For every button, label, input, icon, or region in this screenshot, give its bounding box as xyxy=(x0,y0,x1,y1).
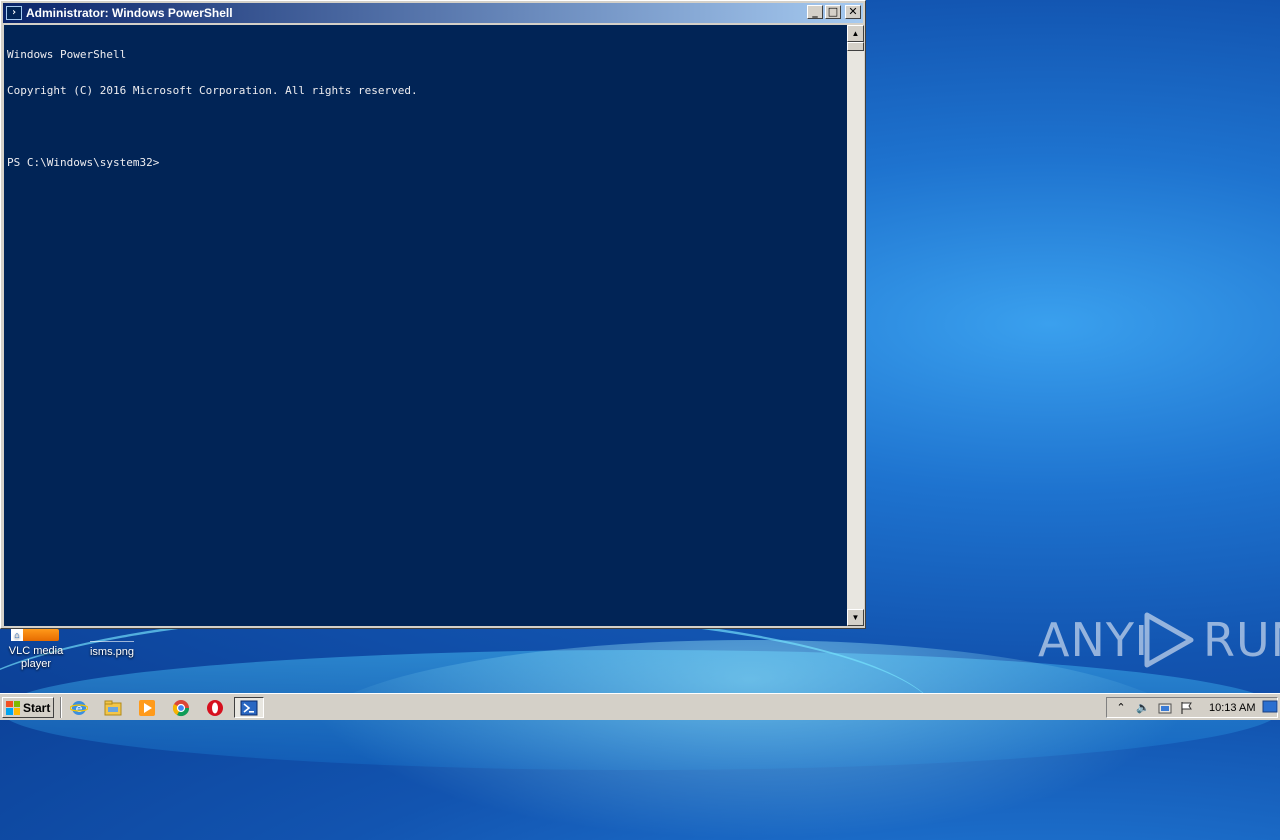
desktop-icon-vlc[interactable]: ⌂ VLC media player xyxy=(2,629,70,671)
window-title: Administrator: Windows PowerShell xyxy=(26,6,233,20)
action-center-flag-icon[interactable] xyxy=(1179,700,1195,716)
internet-explorer-icon[interactable]: e xyxy=(69,698,89,718)
desktop-icon-label: VLC media xyxy=(8,645,64,657)
scroll-down-button[interactable]: ▼ xyxy=(847,609,864,626)
desktop-icon-label: isms.png xyxy=(89,646,135,658)
image-file-icon xyxy=(90,629,134,642)
desktop-icon-isms-png[interactable]: isms.png xyxy=(78,629,146,659)
console-prompt[interactable]: PS C:\Windows\system32> xyxy=(7,157,847,169)
scroll-up-button[interactable]: ▲ xyxy=(847,25,864,42)
watermark-text-right: RUN xyxy=(1202,613,1280,667)
play-icon xyxy=(1138,612,1194,668)
close-button[interactable]: ✕ xyxy=(845,5,861,19)
file-explorer-icon[interactable] xyxy=(103,698,123,718)
vertical-scrollbar[interactable]: ▲ ▼ xyxy=(847,25,864,626)
taskbar: Start e ⌃ 🔈 10:13 AM xyxy=(0,693,1280,720)
window-titlebar[interactable]: › Administrator: Windows PowerShell _ □ … xyxy=(3,3,863,23)
powershell-icon xyxy=(240,700,258,715)
show-hidden-icons-button[interactable]: ⌃ xyxy=(1113,700,1129,716)
powershell-window[interactable]: › Administrator: Windows PowerShell _ □ … xyxy=(0,0,866,629)
start-label: Start xyxy=(23,700,51,715)
chrome-icon[interactable] xyxy=(171,698,191,718)
minimize-button[interactable]: _ xyxy=(807,5,823,19)
show-desktop-icon[interactable] xyxy=(1262,699,1278,715)
desktop-icon-label: player xyxy=(21,658,51,670)
media-player-icon[interactable] xyxy=(137,698,157,718)
opera-icon[interactable] xyxy=(205,698,225,718)
vlc-icon: ⌂ xyxy=(11,629,59,641)
start-button[interactable]: Start xyxy=(2,697,54,718)
taskbar-clock[interactable]: 10:13 AM xyxy=(1209,702,1255,714)
watermark-text-left: ANY xyxy=(1038,613,1135,667)
scroll-thumb[interactable] xyxy=(847,42,864,51)
powershell-icon[interactable]: › xyxy=(6,6,22,20)
maximize-button[interactable]: □ xyxy=(825,5,841,19)
console-line: Windows PowerShell xyxy=(7,48,127,61)
anyrun-watermark: ANY RUN xyxy=(1038,610,1280,670)
windows-logo-icon xyxy=(6,700,20,715)
window-controls: _ □ ✕ xyxy=(807,5,861,19)
console-output[interactable]: Windows PowerShell Copyright (C) 2016 Mi… xyxy=(4,25,847,626)
volume-icon[interactable]: 🔈 xyxy=(1135,700,1151,716)
powershell-taskbar-button[interactable] xyxy=(234,697,264,718)
taskbar-separator xyxy=(60,697,62,718)
system-tray: ⌃ 🔈 10:13 AM xyxy=(1106,697,1278,718)
desktop-wallpaper-swoosh xyxy=(300,640,1200,840)
network-icon[interactable] xyxy=(1157,700,1173,716)
svg-text:e: e xyxy=(76,702,83,715)
console-line: Copyright (C) 2016 Microsoft Corporation… xyxy=(7,84,418,97)
